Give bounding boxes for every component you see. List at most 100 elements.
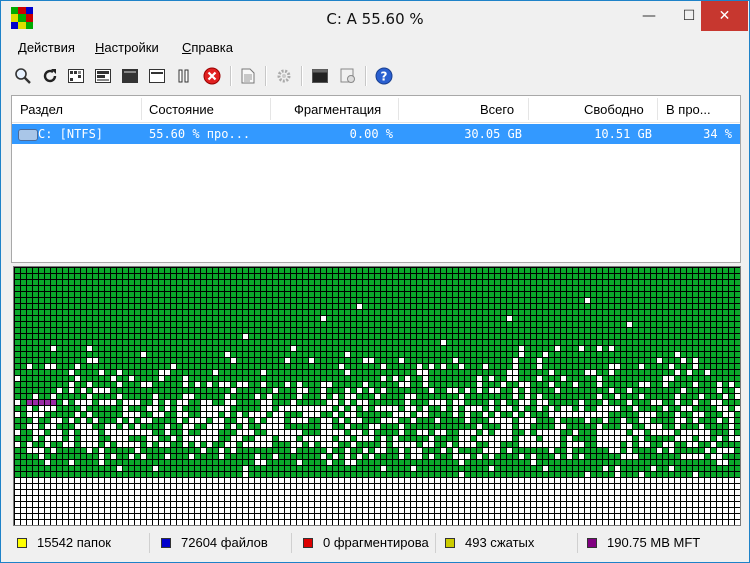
cluster-block: [63, 502, 68, 507]
cluster-block: [39, 298, 44, 303]
cluster-block: [675, 346, 680, 351]
column-header-percent[interactable]: В про...: [666, 102, 711, 117]
cluster-block: [237, 442, 242, 447]
table-row[interactable]: C: [NTFS] 55.60 % про... 0.00 % 30.05 GB…: [12, 124, 740, 144]
cluster-block: [135, 376, 140, 381]
cluster-block: [369, 340, 374, 345]
cluster-block: [495, 448, 500, 453]
cluster-block: [183, 346, 188, 351]
cluster-block: [669, 466, 674, 471]
cluster-block: [351, 418, 356, 423]
column-divider[interactable]: [398, 98, 399, 120]
cluster-block: [87, 340, 92, 345]
cluster-block: [267, 484, 272, 489]
column-header-total[interactable]: Всего: [480, 102, 514, 117]
column-divider[interactable]: [657, 98, 658, 120]
cluster-block: [243, 280, 248, 285]
cluster-block: [633, 406, 638, 411]
cluster-block: [213, 472, 218, 477]
cluster-block: [93, 484, 98, 489]
cluster-block: [45, 418, 50, 423]
cluster-block: [633, 394, 638, 399]
cluster-block: [435, 412, 440, 417]
cluster-block: [411, 454, 416, 459]
close-button[interactable]: ✕: [701, 1, 748, 31]
settings-icon[interactable]: [273, 65, 295, 87]
cluster-block: [459, 364, 464, 369]
defragment-icon[interactable]: [39, 65, 61, 87]
cluster-block: [189, 310, 194, 315]
cluster-block: [501, 466, 506, 471]
cluster-block: [219, 340, 224, 345]
cluster-block: [177, 286, 182, 291]
menu-help[interactable]: Справка: [182, 40, 233, 55]
cluster-block: [567, 430, 572, 435]
cluster-block: [387, 322, 392, 327]
cluster-block: [561, 358, 566, 363]
cluster-block: [375, 304, 380, 309]
cluster-block: [501, 442, 506, 447]
analyze-icon[interactable]: [12, 65, 34, 87]
cluster-block: [213, 310, 218, 315]
menu-settings[interactable]: Настройки: [95, 40, 159, 55]
column-header-volume[interactable]: Раздел: [20, 102, 63, 117]
cluster-block: [15, 352, 20, 357]
cluster-block: [375, 370, 380, 375]
cluster-block: [705, 448, 710, 453]
cluster-block: [717, 484, 722, 489]
minimize-button[interactable]: —: [629, 1, 669, 31]
cluster-block: [27, 424, 32, 429]
cluster-block: [573, 472, 578, 477]
column-header-fragmentation[interactable]: Фрагментация: [294, 102, 381, 117]
report-icon[interactable]: [237, 65, 259, 87]
cluster-block: [201, 490, 206, 495]
cluster-block: [213, 430, 218, 435]
quick-optimize-icon[interactable]: [65, 65, 87, 87]
cluster-block: [255, 478, 260, 483]
cluster-block: [399, 430, 404, 435]
menu-actions[interactable]: Действия: [18, 40, 75, 55]
column-header-free[interactable]: Свободно: [584, 102, 644, 117]
cluster-block: [471, 370, 476, 375]
title-bar[interactable]: C: A 55.60 % — ☐ ✕: [1, 1, 749, 37]
cluster-block: [303, 280, 308, 285]
cluster-block: [723, 478, 728, 483]
script-icon[interactable]: [337, 65, 359, 87]
column-divider[interactable]: [270, 98, 271, 120]
cluster-block: [183, 334, 188, 339]
pause-bars-icon[interactable]: [173, 65, 195, 87]
mft-optimize-icon[interactable]: [119, 65, 141, 87]
cluster-block: [189, 352, 194, 357]
stop-icon[interactable]: [201, 65, 223, 87]
cluster-block: [15, 370, 20, 375]
cluster-block: [573, 460, 578, 465]
cluster-block: [609, 406, 614, 411]
full-optimize-icon[interactable]: [92, 65, 114, 87]
volume-list[interactable]: Раздел Состояние Фрагментация Всего Своб…: [11, 95, 741, 263]
cluster-block: [177, 400, 182, 405]
cluster-block: [309, 346, 314, 351]
cluster-block: [639, 454, 644, 459]
column-divider[interactable]: [141, 98, 142, 120]
column-header-status[interactable]: Состояние: [149, 102, 214, 117]
column-divider[interactable]: [528, 98, 529, 120]
cluster-block: [555, 310, 560, 315]
boot-time-icon[interactable]: [309, 65, 331, 87]
cluster-block: [261, 454, 266, 459]
cluster-block: [399, 376, 404, 381]
cluster-block: [687, 478, 692, 483]
help-icon[interactable]: ?: [373, 65, 395, 87]
cluster-block: [183, 388, 188, 393]
cluster-block: [15, 382, 20, 387]
pause-icon[interactable]: [146, 65, 168, 87]
cluster-block: [321, 484, 326, 489]
cluster-block: [345, 448, 350, 453]
cluster-block: [645, 496, 650, 501]
cluster-block: [471, 496, 476, 501]
cluster-block: [39, 268, 44, 273]
cluster-block: [213, 412, 218, 417]
cluster-block: [597, 454, 602, 459]
cluster-block: [357, 508, 362, 513]
cluster-block: [357, 406, 362, 411]
cluster-block: [513, 448, 518, 453]
